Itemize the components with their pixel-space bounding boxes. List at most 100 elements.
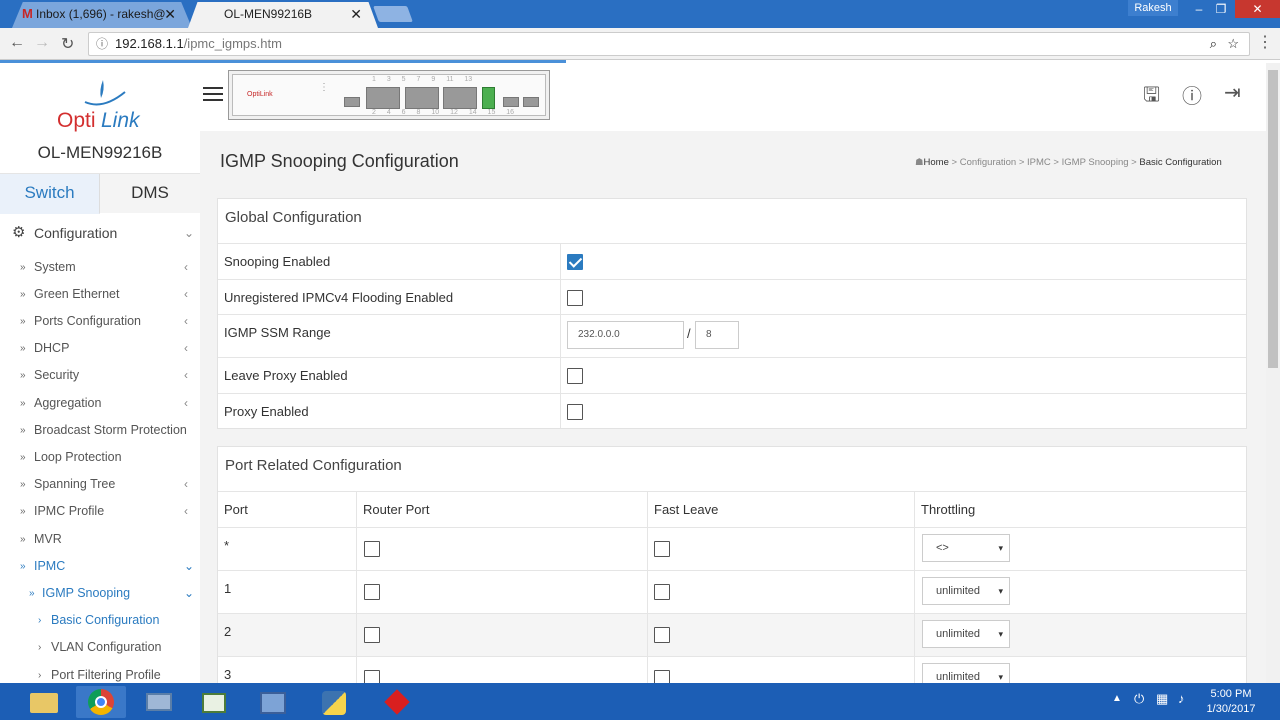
sidebar-item-igmp-snooping[interactable]: » IGMP Snooping ⌄ xyxy=(0,580,200,607)
double-chevron-icon: » xyxy=(20,343,26,354)
port-block-1[interactable] xyxy=(366,87,400,109)
forward-icon[interactable]: → xyxy=(34,34,50,52)
bookmark-star-icon[interactable]: ☆ xyxy=(1227,33,1239,55)
new-tab-button[interactable] xyxy=(373,6,413,22)
column-header-port: Port xyxy=(224,502,248,517)
optilink-logo: Opti Link xyxy=(55,78,150,133)
close-tab-icon[interactable]: ✕ xyxy=(164,2,176,26)
router-port-checkbox[interactable] xyxy=(364,541,380,557)
home-icon: ☗ xyxy=(915,157,924,168)
sidebar-item-label: IGMP Snooping xyxy=(42,586,131,600)
sidebar-item-ipmc-profile[interactable]: » IPMC Profile ‹ xyxy=(0,498,200,525)
ssm-mask-input[interactable]: 8 xyxy=(695,321,739,349)
restore-icon[interactable]: ❐ xyxy=(1206,0,1236,18)
sfp-port-15[interactable] xyxy=(503,97,519,107)
sidebar-item-mvr[interactable]: » MVR xyxy=(0,526,200,553)
sidebar-item-label: DHCP xyxy=(34,341,70,355)
snooping-enabled-label: Snooping Enabled xyxy=(224,254,331,269)
url-input[interactable]: ⓘ 192.168.1.1/ipmc_igmps.htm ⌕ ☆ xyxy=(88,32,1250,56)
back-icon[interactable]: ← xyxy=(9,34,25,52)
sidebar-item-label: Spanning Tree xyxy=(34,477,116,491)
scrollbar-thumb[interactable] xyxy=(1268,70,1278,368)
python-app-icon[interactable] xyxy=(310,686,360,718)
profile-badge[interactable]: Rakesh xyxy=(1128,0,1178,16)
sfp-port-16[interactable] xyxy=(523,97,539,107)
reload-icon[interactable]: ↻ xyxy=(61,34,74,54)
sidebar-item-dhcp[interactable]: » DHCP ‹ xyxy=(0,335,200,362)
sidebar-item-security[interactable]: » Security ‹ xyxy=(0,362,200,389)
unregistered-flooding-checkbox[interactable] xyxy=(567,290,583,306)
throttling-select[interactable]: unlimited xyxy=(922,620,1010,648)
breadcrumb-home[interactable]: Home xyxy=(924,157,949,168)
sidebar-item-spanning-tree[interactable]: » Spanning Tree ‹ xyxy=(0,471,200,498)
save-icon[interactable]: 🖫 xyxy=(1143,80,1160,114)
hamburger-menu-icon[interactable] xyxy=(203,87,223,103)
sidebar-item-broadcast-storm-protection[interactable]: » Broadcast Storm Protection xyxy=(0,417,200,444)
fast-leave-checkbox[interactable] xyxy=(654,627,670,643)
app-window-icon[interactable] xyxy=(190,686,240,718)
proxy-enabled-checkbox[interactable] xyxy=(567,404,583,420)
info-icon[interactable]: ⓘ xyxy=(96,33,108,55)
double-chevron-icon: » xyxy=(20,452,26,463)
sidebar-item-vlan-configuration[interactable]: › VLAN Configuration xyxy=(0,634,200,661)
breadcrumb-configuration[interactable]: Configuration xyxy=(960,157,1017,168)
red-app-icon[interactable] xyxy=(372,686,422,718)
sidebar-section-configuration[interactable]: ⚙ Configuration ⌄ xyxy=(0,218,200,248)
double-chevron-icon: » xyxy=(20,479,26,490)
network-icon[interactable]: ▦ xyxy=(1156,691,1168,707)
close-window-icon[interactable]: ✕ xyxy=(1235,0,1280,18)
tab-gmail[interactable]: M Inbox (1,696) - rakesh@ ✕ xyxy=(12,2,192,28)
breadcrumb-igmp-snooping[interactable]: IGMP Snooping xyxy=(1062,157,1129,168)
tray-arrow-icon[interactable]: ▲ xyxy=(1112,693,1122,704)
chevron-left-icon: ‹ xyxy=(184,504,188,518)
ssm-address-input[interactable]: 232.0.0.0 xyxy=(567,321,684,349)
breadcrumb-ipmc[interactable]: IPMC xyxy=(1027,157,1051,168)
tab-switch[interactable]: Switch xyxy=(0,174,100,214)
power-icon[interactable]: ⏻ xyxy=(1134,691,1144,707)
browser-tab-bar: M Inbox (1,696) - rakesh@ ✕ OL-MEN99216B… xyxy=(0,0,1280,28)
sidebar-item-label: Green Ethernet xyxy=(34,287,120,301)
system-clock[interactable]: 5:00 PM 1/30/2017 xyxy=(1196,687,1266,717)
throttling-select[interactable]: <> xyxy=(922,534,1010,562)
sidebar-item-ipmc[interactable]: » IPMC ⌄ xyxy=(0,553,200,580)
switch-front-panel[interactable]: OptiLink ⋮ 1 3 5 7 9 11 13 2 4 6 8 10 12… xyxy=(228,70,550,120)
file-explorer-icon[interactable] xyxy=(20,686,70,718)
panel-led-icon: ⋮ xyxy=(319,82,329,93)
router-port-checkbox[interactable] xyxy=(364,627,380,643)
close-tab-icon[interactable]: ✕ xyxy=(350,2,362,26)
sidebar-item-green-ethernet[interactable]: » Green Ethernet ‹ xyxy=(0,281,200,308)
double-chevron-icon: » xyxy=(20,262,26,273)
logout-icon[interactable]: ⇥ xyxy=(1224,80,1241,105)
menu-dots-icon[interactable]: ⋮ xyxy=(1257,32,1273,52)
port-13-link[interactable] xyxy=(482,87,495,109)
chevron-down-icon: ⌄ xyxy=(184,559,195,573)
sidebar-item-aggregation[interactable]: » Aggregation ‹ xyxy=(0,390,200,417)
sidebar-item-loop-protection[interactable]: » Loop Protection xyxy=(0,444,200,471)
breadcrumb: ☗Home > Configuration > IPMC > IGMP Snoo… xyxy=(915,157,1222,168)
svg-text:Link: Link xyxy=(101,109,141,132)
fast-leave-checkbox[interactable] xyxy=(654,584,670,600)
row-snooping-enabled: Snooping Enabled xyxy=(218,243,1246,279)
tab-dms[interactable]: DMS xyxy=(100,174,200,214)
help-icon[interactable]: ⓘ xyxy=(1182,80,1202,109)
chevron-left-icon: ‹ xyxy=(184,260,188,274)
throttling-select[interactable]: unlimited xyxy=(922,577,1010,605)
remote-desktop-icon[interactable] xyxy=(134,686,184,718)
leave-proxy-checkbox[interactable] xyxy=(567,368,583,384)
router-port-checkbox[interactable] xyxy=(364,584,380,600)
port-block-3[interactable] xyxy=(443,87,477,109)
network-app-icon[interactable] xyxy=(248,686,298,718)
sidebar-item-system[interactable]: » System ‹ xyxy=(0,254,200,281)
tab-device[interactable]: OL-MEN99216B ✕ xyxy=(188,2,378,28)
port-block-2[interactable] xyxy=(405,87,439,109)
sidebar-item-ports-configuration[interactable]: » Ports Configuration ‹ xyxy=(0,308,200,335)
zoom-icon[interactable]: ⌕ xyxy=(1210,33,1217,55)
sidebar-item-basic-configuration[interactable]: › Basic Configuration xyxy=(0,607,200,634)
snooping-enabled-checkbox[interactable] xyxy=(567,254,583,270)
table-row: 2 unlimited xyxy=(218,613,1246,656)
chrome-icon[interactable] xyxy=(76,686,126,718)
volume-icon[interactable]: ♪ xyxy=(1178,691,1185,706)
sidebar-item-label: Basic Configuration xyxy=(51,613,160,627)
column-header-router-port: Router Port xyxy=(363,502,430,517)
fast-leave-checkbox[interactable] xyxy=(654,541,670,557)
